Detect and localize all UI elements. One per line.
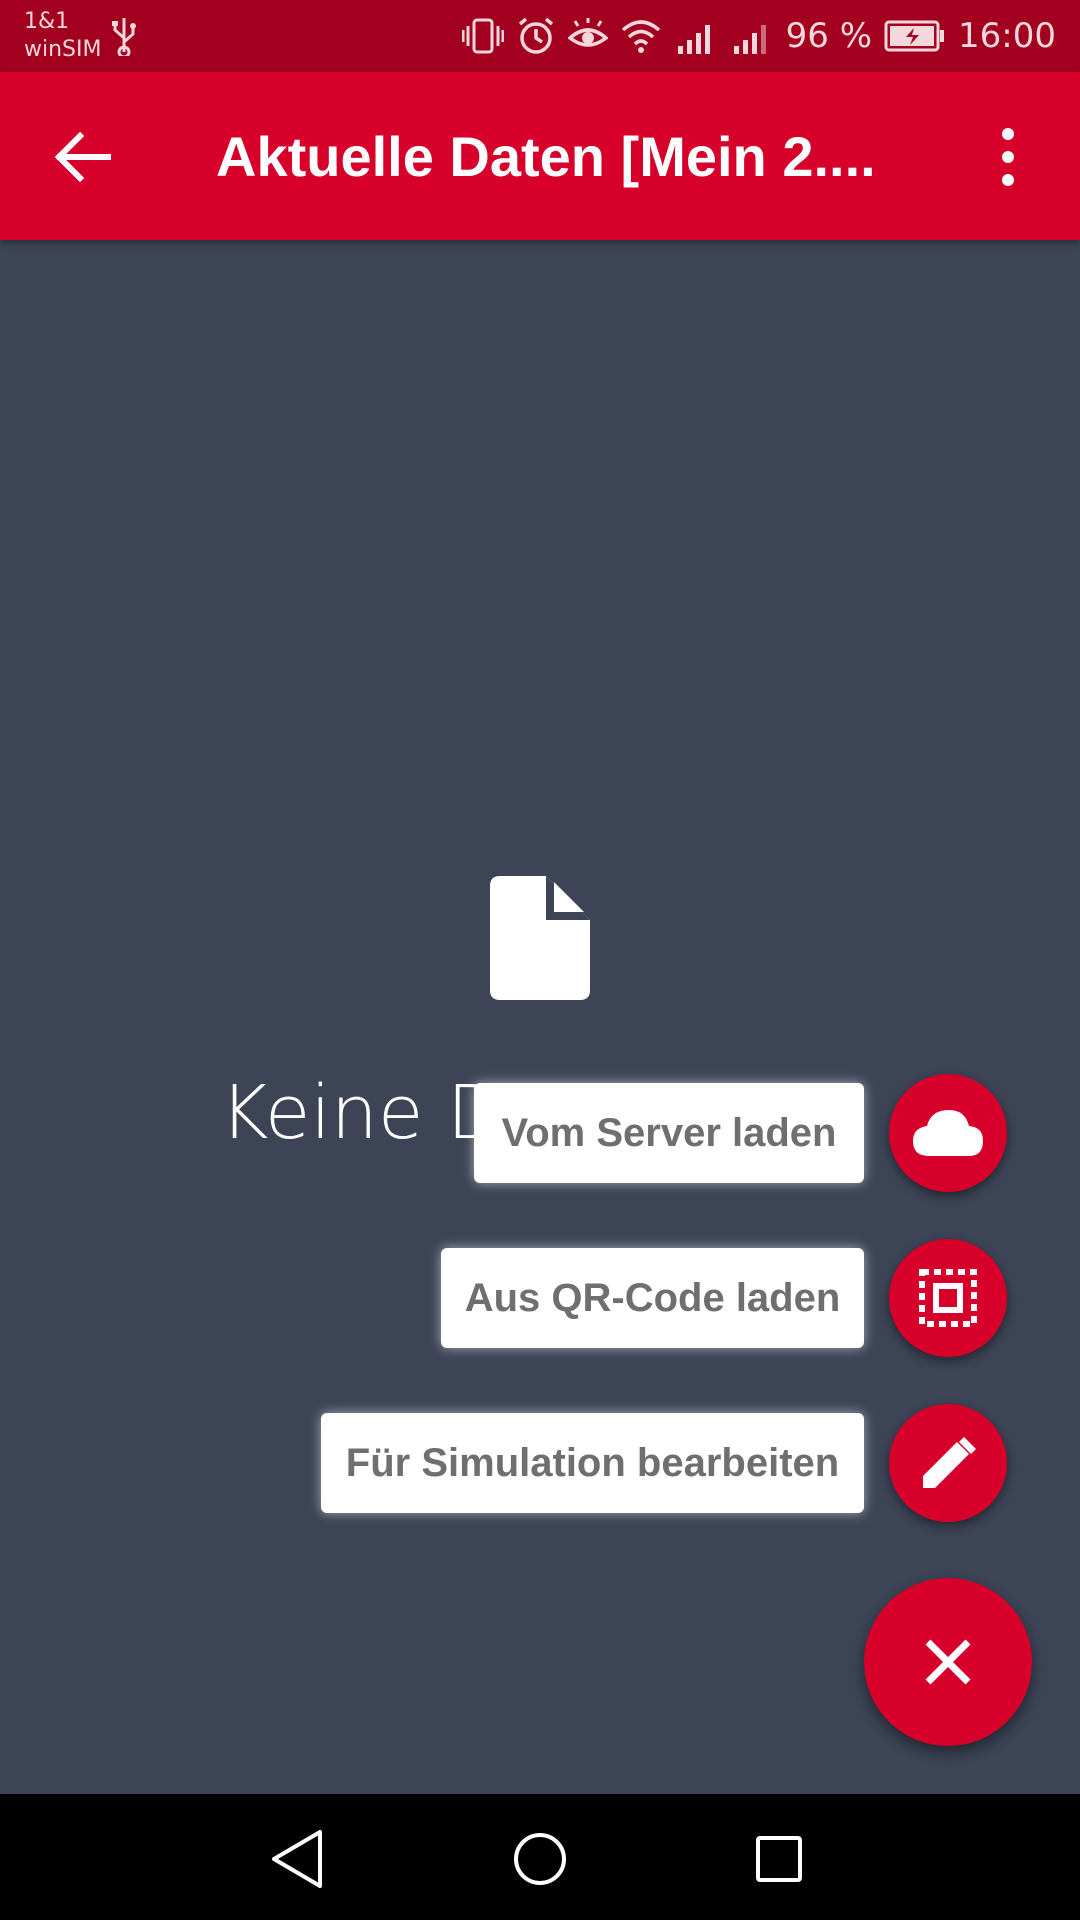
pencil-icon (923, 1437, 976, 1488)
action-label-server[interactable]: Vom Server laden (474, 1083, 864, 1183)
close-fab-button[interactable] (864, 1578, 1032, 1746)
arrow-back-icon (54, 131, 111, 183)
cloud-icon (913, 1110, 983, 1156)
overflow-menu-button[interactable] (976, 122, 1040, 192)
action-label-simulation[interactable]: Für Simulation bearbeiten (321, 1413, 864, 1513)
nav-back-button[interactable] (264, 1824, 334, 1894)
qr-load-button[interactable] (889, 1239, 1007, 1357)
action-label-qr[interactable]: Aus QR-Code laden (441, 1248, 864, 1348)
more-vert-icon (1002, 128, 1014, 186)
system-nav-bar (0, 1794, 1080, 1920)
page-title: Aktuelle Daten [Mein 2.... (216, 125, 876, 188)
simulation-edit-button[interactable] (889, 1404, 1007, 1522)
nav-recents-icon (756, 1836, 802, 1882)
back-button[interactable] (48, 122, 118, 192)
clock: 16:00 (958, 16, 1056, 56)
signal-icon-2 (733, 25, 766, 54)
eye-icon (567, 18, 608, 47)
status-bar: 1&1 winSIM 96 % 16:00 (0, 0, 1080, 72)
nav-home-button[interactable] (505, 1824, 575, 1894)
battery-percentage: 96 % (785, 16, 873, 56)
app-bar: Aktuelle Daten [Mein 2.... (0, 72, 1080, 240)
server-load-button[interactable] (889, 1074, 1007, 1192)
alarm-icon (518, 17, 553, 54)
nav-home-icon (514, 1833, 566, 1885)
carrier-label: 1&1 winSIM (24, 8, 101, 64)
file-icon (490, 876, 590, 1000)
usb-icon (112, 18, 136, 56)
vibrate-icon (461, 18, 504, 54)
nav-back-icon (272, 1830, 322, 1888)
close-icon (925, 1639, 971, 1685)
wifi-icon (621, 20, 660, 53)
signal-icon (677, 25, 710, 54)
carrier-line2: winSIM (24, 37, 102, 62)
qr-scan-icon (919, 1269, 977, 1327)
battery-charging-icon (884, 20, 945, 52)
carrier-line1: 1&1 (24, 9, 70, 34)
nav-recents-button[interactable] (744, 1824, 814, 1894)
status-icons: 96 % 16:00 (461, 14, 1056, 58)
